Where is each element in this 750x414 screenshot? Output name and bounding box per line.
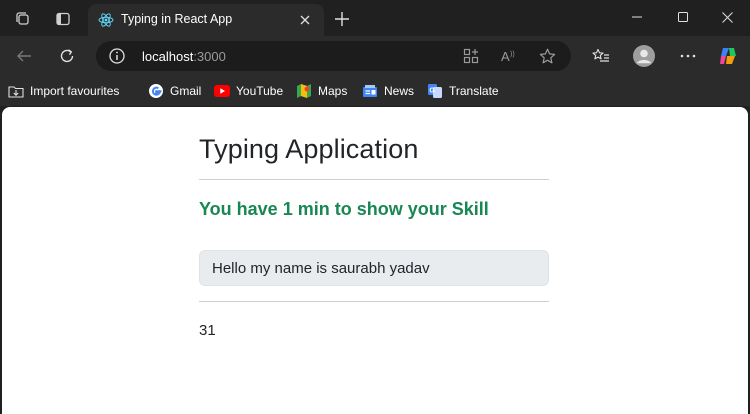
site-info-icon[interactable] <box>108 47 126 65</box>
browser-tab-active[interactable]: Typing in React App <box>88 4 324 36</box>
back-icon[interactable] <box>12 44 36 68</box>
browser-toolbar: localhost:3000 A)) <box>0 36 750 76</box>
svg-text:)): )) <box>510 51 515 58</box>
minimize-icon[interactable] <box>614 0 660 34</box>
url-text[interactable]: localhost:3000 <box>142 49 226 64</box>
refresh-icon[interactable] <box>55 44 79 68</box>
maximize-icon[interactable] <box>660 0 706 34</box>
react-icon <box>98 12 114 28</box>
tab-actions-icon[interactable] <box>50 6 76 32</box>
url-host: localhost <box>142 49 194 64</box>
app-available-icon[interactable] <box>462 47 480 65</box>
new-tab-icon[interactable] <box>332 9 352 29</box>
fav-maps[interactable]: Maps <box>296 82 347 100</box>
svg-text:A: A <box>501 49 510 64</box>
url-port: :3000 <box>193 49 226 64</box>
typing-input[interactable] <box>199 250 549 286</box>
fav-label: Translate <box>449 84 499 98</box>
fav-gmail[interactable]: Gmail <box>148 82 201 100</box>
fav-label: Import favourites <box>30 84 120 98</box>
fav-label: Gmail <box>170 84 202 98</box>
read-aloud-icon[interactable]: A)) <box>500 47 518 65</box>
browser-title-bar: Typing in React App <box>0 0 750 36</box>
favourites-list-icon[interactable] <box>589 44 613 68</box>
profile-avatar[interactable] <box>632 44 656 68</box>
favourites-bar: Import favourites Gmail YouTube Maps New… <box>0 76 750 106</box>
address-bar[interactable]: localhost:3000 A)) <box>96 41 571 71</box>
news-icon <box>362 83 378 99</box>
fav-import[interactable]: Import favourites <box>8 82 119 100</box>
import-icon <box>8 83 24 99</box>
fav-label: Maps <box>318 84 348 98</box>
copilot-icon[interactable] <box>716 44 740 68</box>
timer-value: 31 <box>199 322 216 339</box>
divider <box>199 301 549 302</box>
fav-news[interactable]: News <box>362 82 414 100</box>
favourite-star-icon[interactable] <box>538 47 556 65</box>
youtube-icon <box>214 83 230 99</box>
divider <box>199 179 549 180</box>
close-tab-icon[interactable] <box>296 11 314 29</box>
instructions-heading: You have 1 min to show your Skill <box>199 199 489 219</box>
svg-text:G: G <box>429 88 435 95</box>
collections-icon[interactable] <box>10 6 36 32</box>
page-viewport: Typing Application You have 1 min to sho… <box>2 107 748 414</box>
more-options-icon[interactable] <box>676 44 700 68</box>
fav-label: News <box>384 84 415 98</box>
fav-label: YouTube <box>236 84 284 98</box>
fav-translate[interactable]: G Translate <box>427 82 499 100</box>
maps-icon <box>296 83 312 99</box>
close-window-icon[interactable] <box>704 0 750 34</box>
translate-icon: G <box>427 83 443 99</box>
google-icon <box>148 83 164 99</box>
tab-title: Typing in React App <box>121 12 233 26</box>
fav-youtube[interactable]: YouTube <box>214 82 283 100</box>
page-title: Typing Application <box>199 134 419 164</box>
